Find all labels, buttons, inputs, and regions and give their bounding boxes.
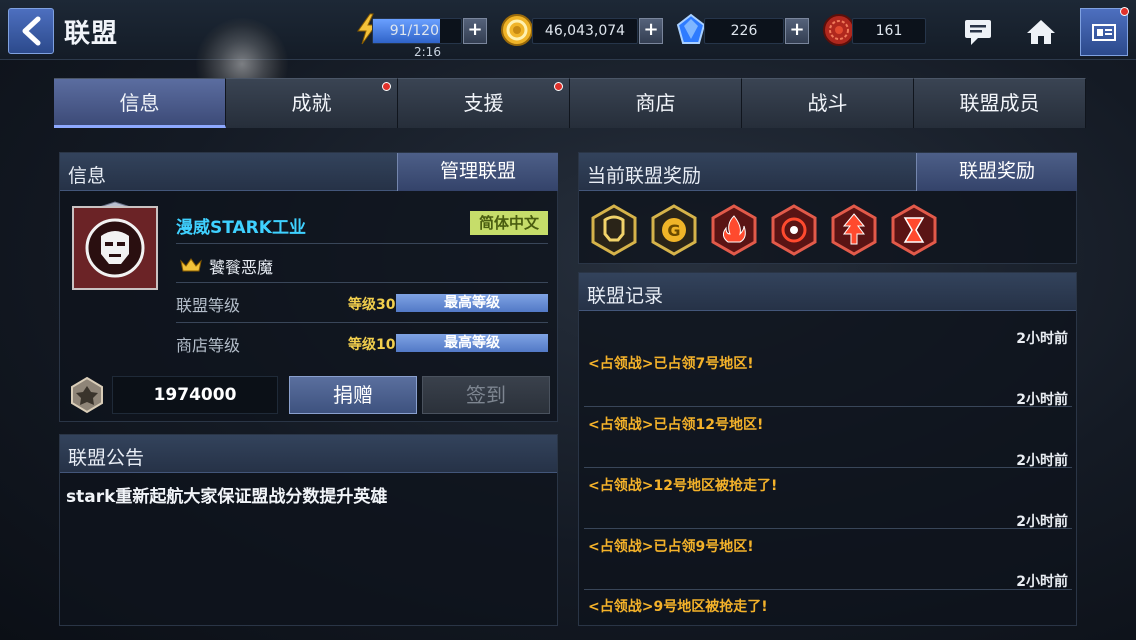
token-value: 161 [875,23,903,39]
back-button[interactable] [8,8,54,54]
gold-g-emblem-icon[interactable]: G [650,204,698,256]
add-energy-button[interactable]: + [463,18,487,44]
log-entry-time: 2小时前 [1016,514,1068,530]
svg-text:G: G [667,221,680,240]
divider [584,589,1072,590]
target-emblem-icon[interactable] [770,204,818,256]
alliance-level-label: 联盟等级 [176,296,241,315]
alliance-level-value: 等级30 [348,297,396,313]
divider [176,322,548,323]
divider [176,243,548,244]
energy-timer: 2:16 [414,45,441,59]
tab-label: 商店 [635,91,676,115]
tab-achievements[interactable]: 成就 [226,78,398,128]
iron-man-emblem-icon[interactable] [590,204,638,256]
log-panel-title: 联盟记录 [587,285,664,307]
log-entry-message: <占领战>已占领9号地区! [588,539,754,555]
log-entry-time: 2小时前 [1016,392,1068,408]
log-entry-time: 2小时前 [1016,453,1068,469]
add-crystal-button[interactable]: + [785,18,809,44]
donate-button[interactable]: 捐赠 [289,376,417,414]
log-entry-time: 2小时前 [1016,331,1068,347]
info-panel-title: 信息 [68,165,107,187]
divider [584,406,1072,407]
chevron-left-icon [22,16,41,46]
home-button[interactable] [1017,10,1065,54]
donation-medal-icon [71,376,103,414]
log-entry-message: <占领战>已占领12号地区! [588,417,764,433]
notification-dot [382,82,391,91]
notice-panel-title: 联盟公告 [68,447,145,469]
alliance-rewards-button[interactable]: 联盟奖励 [916,153,1077,191]
shop-level-bar: 最高等级 [396,334,548,352]
tab-label: 战斗 [807,91,848,115]
log-entry-message: <占领战>12号地区被抢走了! [588,478,778,494]
divider [584,467,1072,468]
gold-coin-icon [501,14,533,46]
crystal-display: 226 [704,18,784,44]
info-panel-header: 信息 管理联盟 [60,153,558,191]
tab-label: 信息 [119,91,160,115]
token-display: 161 [852,18,926,44]
checkin-button[interactable]: 签到 [422,376,550,414]
tab-label: 成就 [291,91,332,115]
tab-label: 支援 [463,91,504,115]
language-tag: 简体中文 [470,211,548,235]
arrows-up-emblem-icon[interactable] [830,204,878,256]
alliance-token-icon [823,14,855,46]
fire-emblem-icon[interactable] [710,204,758,256]
divider [584,528,1072,529]
alliance-level-bar: 最高等级 [396,294,548,312]
notification-dot [554,82,563,91]
mail-button[interactable] [1080,7,1129,56]
rewards-panel-title: 当前联盟奖励 [587,165,702,187]
gold-display: 46,043,074 [532,18,638,44]
energy-bar: 91/120 [372,18,462,44]
log-panel: 联盟记录 [578,272,1077,626]
tab-shop[interactable]: 商店 [570,78,742,128]
add-gold-button[interactable]: + [639,18,663,44]
crown-icon [180,258,202,272]
notification-dot [1120,7,1129,16]
tab-support[interactable]: 支援 [398,78,570,128]
alliance-name: 漫威STARK工业 [176,218,306,238]
log-entry-time: 2小时前 [1016,574,1068,590]
crystal-value: 226 [730,23,758,39]
divider [176,282,548,283]
page-title: 联盟 [64,19,119,49]
log-entry-message: <占领战>9号地区被抢走了! [588,599,768,615]
manage-alliance-button[interactable]: 管理联盟 [397,153,558,191]
alliance-emblem [72,206,158,290]
tab-info[interactable]: 信息 [54,78,226,128]
tab-battle[interactable]: 战斗 [742,78,914,128]
news-icon [1092,24,1116,41]
iron-man-helmet-icon [85,218,145,278]
shop-level-label: 商店等级 [176,336,241,355]
hourglass-emblem-icon[interactable] [890,204,938,256]
shop-level-value: 等级10 [348,337,396,353]
top-bar: 联盟 91/120 + 2:16 46,043,074 + 226 + 161 [0,0,1136,60]
notice-panel: 联盟公告 [59,434,558,626]
log-entry-message: <占领战>已占领7号地区! [588,356,754,372]
tab-members[interactable]: 联盟成员 [914,78,1086,128]
rewards-panel-header: 当前联盟奖励 联盟奖励 [579,153,1077,191]
notice-text: stark重新起航大家保证盟战分数提升英雄 [66,487,388,507]
chat-button[interactable] [954,10,1002,54]
chat-icon [965,20,991,45]
gold-value: 46,043,074 [544,23,626,39]
donation-amount: 1974000 [112,376,278,414]
log-panel-header: 联盟记录 [579,273,1076,311]
home-icon [1027,20,1055,44]
tab-label: 联盟成员 [959,91,1040,115]
crystal-icon [676,13,706,44]
notice-panel-header: 联盟公告 [60,435,557,473]
leader-name: 饕餮恶魔 [209,258,274,277]
tab-bar: 信息 成就 支援 商店 战斗 联盟成员 [54,78,1086,128]
energy-value: 91/120 [389,23,439,39]
